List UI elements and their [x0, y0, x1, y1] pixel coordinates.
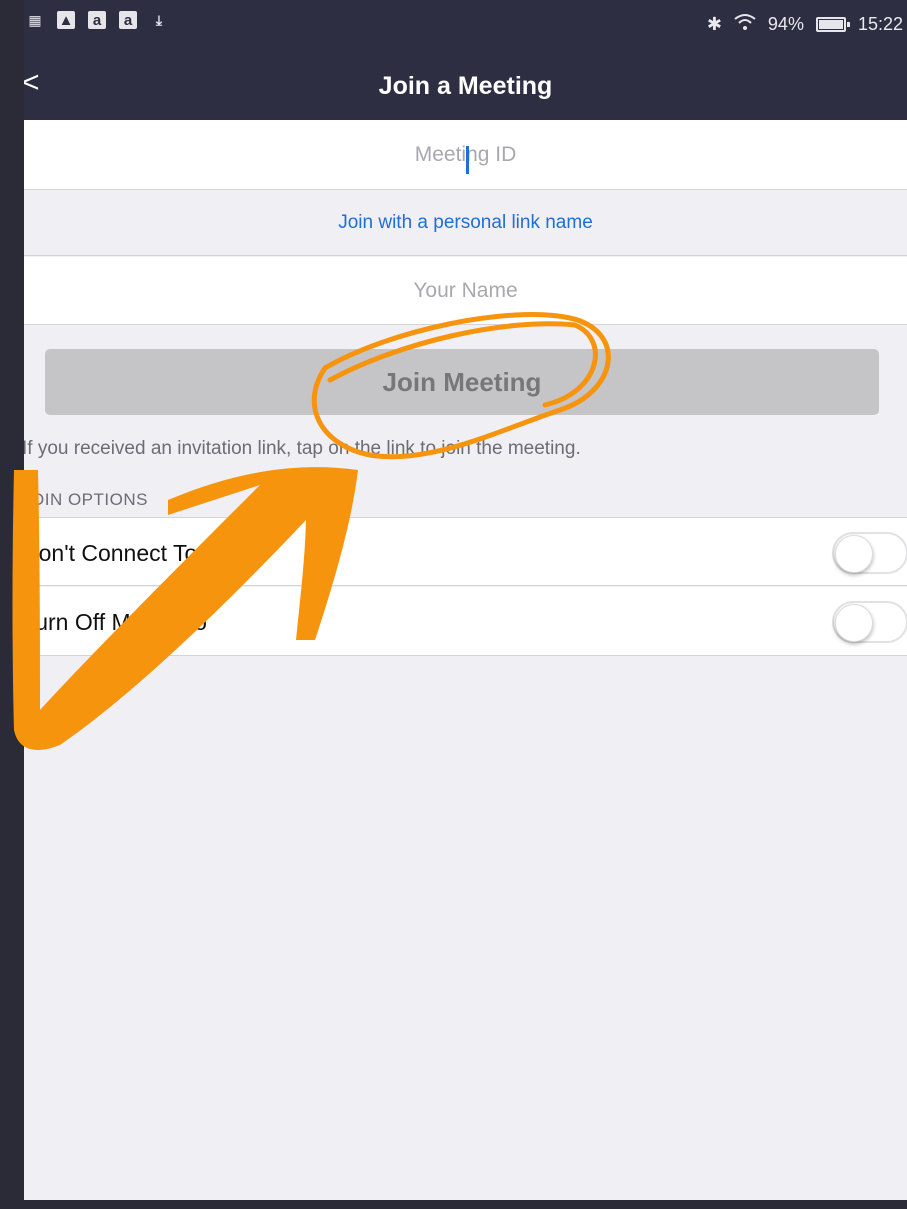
option-label-audio: Don't Connect To Audio [24, 540, 262, 566]
download-icon: ⤓ [155, 11, 163, 28]
notification-icon: ▦ [28, 11, 42, 28]
join-meeting-button[interactable]: Join Meeting [45, 349, 879, 415]
clock: 15:22 [857, 14, 903, 34]
option-row-audio: Don't Connect To Audio [24, 517, 907, 586]
text-cursor [466, 146, 469, 174]
toggle-knob [835, 535, 873, 573]
battery-icon [815, 17, 850, 32]
amazon-icon: a [88, 11, 106, 29]
video-toggle[interactable] [832, 601, 907, 643]
bluetooth-icon: ✱ [706, 14, 722, 34]
page-title: Join a Meeting [378, 72, 553, 100]
option-row-video: Turn Off My Video [24, 587, 907, 656]
name-input[interactable] [24, 257, 907, 324]
app-screen: ▦ ▲ a a ⤓ ✱ 94% 15:22 < Join a Meeting M… [24, 0, 907, 1200]
personal-link-row[interactable]: Join with a personal link name [24, 190, 907, 256]
battery-percent: 94% [767, 14, 804, 34]
wifi-icon [734, 13, 756, 36]
option-label-video: Turn Off My Video [24, 609, 207, 635]
audio-toggle[interactable] [832, 532, 907, 574]
invitation-hint: If you received an invitation link, tap … [24, 438, 581, 459]
toggle-knob [835, 604, 873, 642]
status-bar: ▦ ▲ a a ⤓ ✱ 94% 15:22 [24, 0, 907, 50]
personal-link-label[interactable]: Join with a personal link name [338, 212, 593, 234]
image-icon: ▲ [57, 11, 75, 29]
name-field[interactable] [24, 257, 907, 325]
join-options-header: JOIN OPTIONS [24, 490, 148, 509]
amazon-icon: a [119, 11, 137, 29]
nav-bar: < Join a Meeting [24, 50, 907, 120]
device-frame: ▦ ▲ a a ⤓ ✱ 94% 15:22 < Join a Meeting M… [0, 0, 907, 1209]
